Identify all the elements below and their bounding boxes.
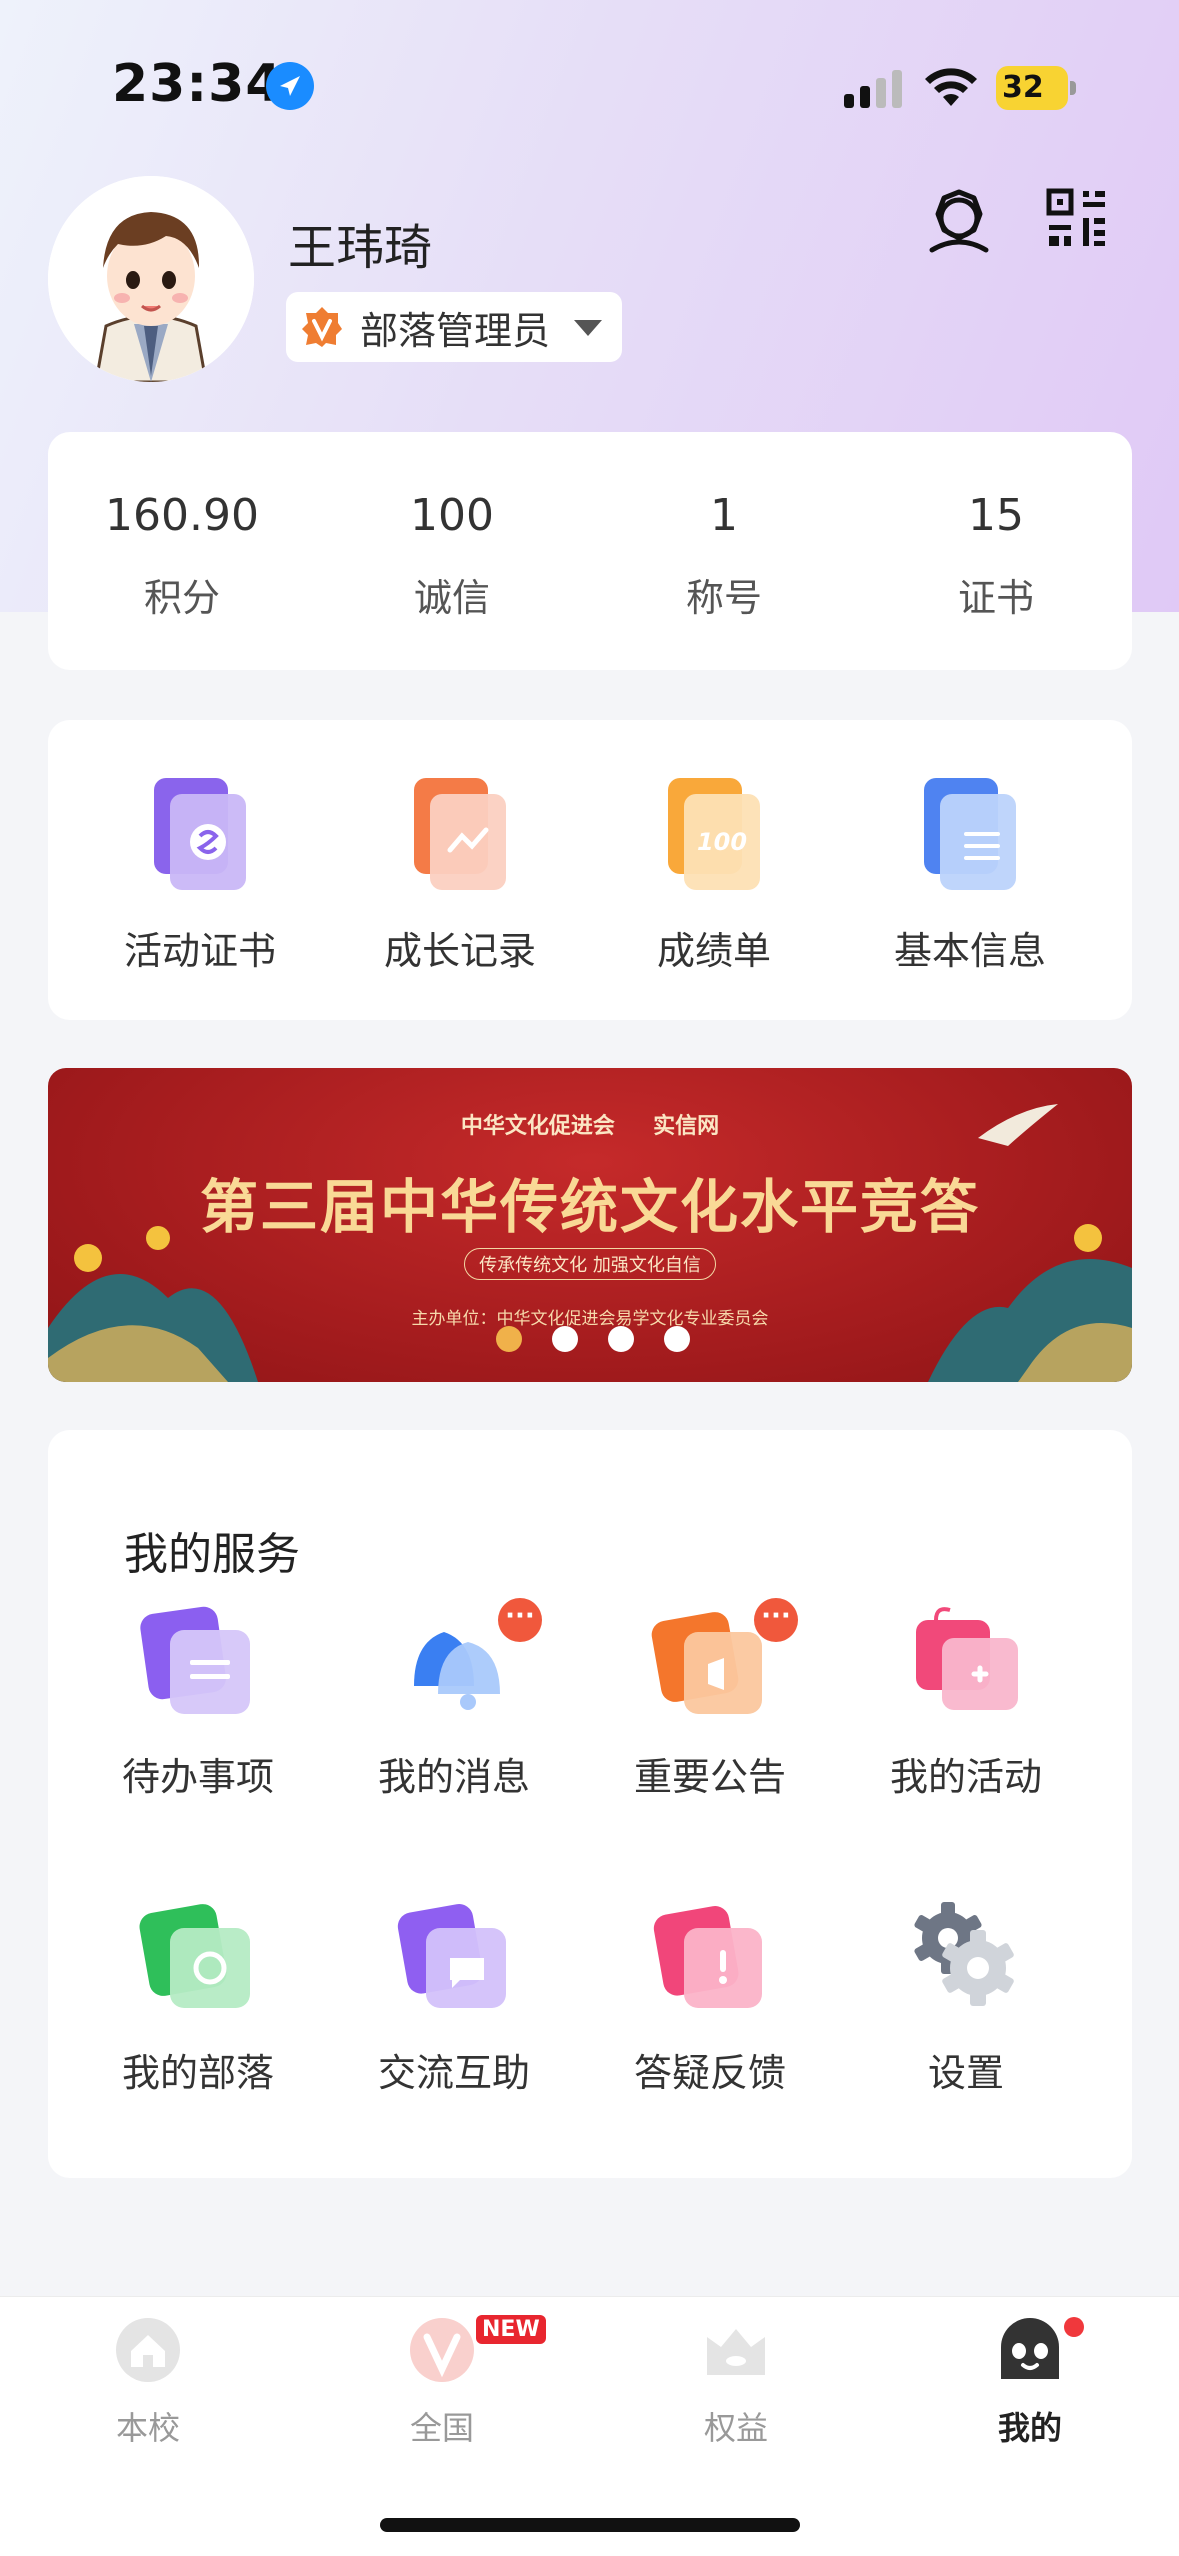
school-icon <box>116 2318 180 2382</box>
carousel-dots <box>496 1326 736 1354</box>
stat-titles[interactable]: 1 称号 <box>624 490 824 622</box>
banner-subtitle: 传承传统文化 加强文化自信 <box>464 1248 716 1280</box>
service-label: 答疑反馈 <box>633 2051 786 2095</box>
service-my-tribe[interactable]: 我的部落 <box>88 1898 308 2097</box>
section-title: 我的服务 <box>124 1529 300 1580</box>
quick-link-label: 成长记录 <box>383 929 536 973</box>
service-announcements[interactable]: ··· 重要公告 <box>600 1598 820 1801</box>
tab-label: 全国 <box>409 2409 474 2447</box>
my-services-card: 我的服务 待办事项 ··· 我的消息 ··· 重要公告 我的活动 我的部落 交流… <box>48 1430 1132 2178</box>
stat-value: 15 <box>968 490 1024 541</box>
banner-logo-left: 中华文化促进会 <box>460 1114 615 1139</box>
announcement-icon <box>651 1612 762 1714</box>
stat-points[interactable]: 160.90 积分 <box>82 490 282 622</box>
service-settings[interactable]: 设置 <box>856 1898 1076 2097</box>
status-time: 23:34 <box>112 54 283 114</box>
stat-integrity[interactable]: 100 诚信 <box>352 490 552 622</box>
stat-value: 160.90 <box>105 490 259 541</box>
service-label: 我的活动 <box>889 1755 1042 1799</box>
role-selector[interactable]: 部落管理员 <box>286 292 622 362</box>
quick-link-label: 成绩单 <box>656 929 771 973</box>
role-label: 部落管理员 <box>360 308 551 353</box>
tribe-icon <box>139 1904 250 2008</box>
quick-link-label: 基本信息 <box>893 929 1046 973</box>
tab-school[interactable]: 本校 <box>48 2317 248 2449</box>
bell-icon <box>414 1632 500 1710</box>
chevron-down-icon <box>574 320 602 336</box>
quick-link-score-card[interactable]: 100 成绩单 <box>604 776 824 975</box>
battery-level: 32 <box>1002 70 1044 105</box>
quick-link-growth-record[interactable]: 成长记录 <box>350 776 570 975</box>
wifi-icon <box>925 68 977 106</box>
quick-link-basic-info[interactable]: 基本信息 <box>860 776 1080 975</box>
banner-title: 第三届中华传统文化水平竞答 <box>199 1173 980 1241</box>
tab-benefits[interactable]: 权益 <box>636 2317 836 2449</box>
more-badge: ··· <box>498 1598 542 1642</box>
score-card-icon: 100 <box>668 778 760 890</box>
tab-label: 本校 <box>115 2409 180 2447</box>
service-label: 设置 <box>927 2051 1004 2095</box>
tab-label: 我的 <box>997 2409 1062 2447</box>
svg-text:100: 100 <box>697 828 747 856</box>
chat-icon <box>397 1904 506 2008</box>
battery-icon: 32 <box>996 66 1076 110</box>
stat-certificates[interactable]: 15 证书 <box>896 490 1096 622</box>
qr-code-icon[interactable] <box>1046 188 1108 250</box>
cellular-signal-icon <box>844 70 902 108</box>
feedback-icon <box>653 1906 762 2008</box>
profile-icon <box>1001 2318 1059 2379</box>
service-label: 交流互助 <box>377 2051 530 2095</box>
service-label: 重要公告 <box>633 1755 786 1799</box>
stat-label: 积分 <box>143 576 220 620</box>
service-todo[interactable]: 待办事项 <box>88 1602 308 1801</box>
service-label: 待办事项 <box>121 1755 274 1799</box>
service-exchange[interactable]: 交流互助 <box>344 1898 564 2097</box>
service-feedback[interactable]: 答疑反馈 <box>600 1898 820 2097</box>
activity-icon <box>916 1607 1018 1710</box>
user-name: 王玮琦 <box>288 220 433 276</box>
todo-icon <box>140 1606 250 1714</box>
app-root: 23:34 32 王玮琦 部落管理员 160.90 积分 100 诚信 1 称号… <box>0 0 1179 2556</box>
tab-label: 权益 <box>703 2409 768 2447</box>
avatar[interactable] <box>48 176 254 382</box>
stat-label: 证书 <box>957 576 1034 620</box>
location-arrow-icon <box>266 62 314 110</box>
stat-value: 1 <box>710 490 738 541</box>
crown-icon <box>707 2329 765 2375</box>
quick-link-label: 活动证书 <box>123 929 276 973</box>
service-my-activities[interactable]: 我的活动 <box>856 1602 1076 1801</box>
service-messages[interactable]: ··· 我的消息 <box>344 1598 564 1801</box>
carousel-dot[interactable] <box>608 1326 634 1352</box>
banner-logo-right: 实信网 <box>653 1114 720 1139</box>
tab-mine[interactable]: 我的 <box>930 2317 1130 2449</box>
stats-card: 160.90 积分 100 诚信 1 称号 15 证书 <box>48 432 1132 670</box>
bottom-tab-bar: 本校 全国 NEW 权益 我的 <box>0 2296 1179 2556</box>
medal-icon[interactable] <box>924 188 994 258</box>
carousel-dot[interactable] <box>496 1326 522 1352</box>
national-icon <box>410 2318 474 2382</box>
new-tag: NEW <box>476 2315 546 2344</box>
carousel-dot[interactable] <box>664 1326 690 1352</box>
document-icon <box>924 778 1016 890</box>
promo-banner[interactable]: 中华文化促进会 实信网 第三届中华传统文化水平竞答 传承传统文化 加强文化自信 … <box>48 1068 1132 1382</box>
carousel-dot[interactable] <box>552 1326 578 1352</box>
growth-chart-icon <box>414 778 506 890</box>
stat-value: 100 <box>410 490 494 541</box>
gear-icon <box>914 1902 1014 2006</box>
quick-links-card: 活动证书 成长记录 100 成绩单 基本信息 <box>48 720 1132 1020</box>
service-label: 我的消息 <box>377 1755 530 1799</box>
certificate-icon <box>154 778 246 890</box>
stat-label: 称号 <box>685 576 762 620</box>
more-badge: ··· <box>754 1598 798 1642</box>
home-indicator <box>380 2518 800 2532</box>
banner-subtitle-wrap: 传承传统文化 加强文化自信 <box>48 1248 1132 1280</box>
stat-label: 诚信 <box>413 576 490 620</box>
status-bar: 23:34 32 <box>0 0 1179 150</box>
role-badge-icon <box>302 307 342 347</box>
service-label: 我的部落 <box>121 2051 274 2095</box>
notification-dot <box>1064 2317 1084 2337</box>
quick-link-activity-certificate[interactable]: 活动证书 <box>90 776 310 975</box>
banner-logos: 中华文化促进会 实信网 <box>48 1108 1132 1140</box>
